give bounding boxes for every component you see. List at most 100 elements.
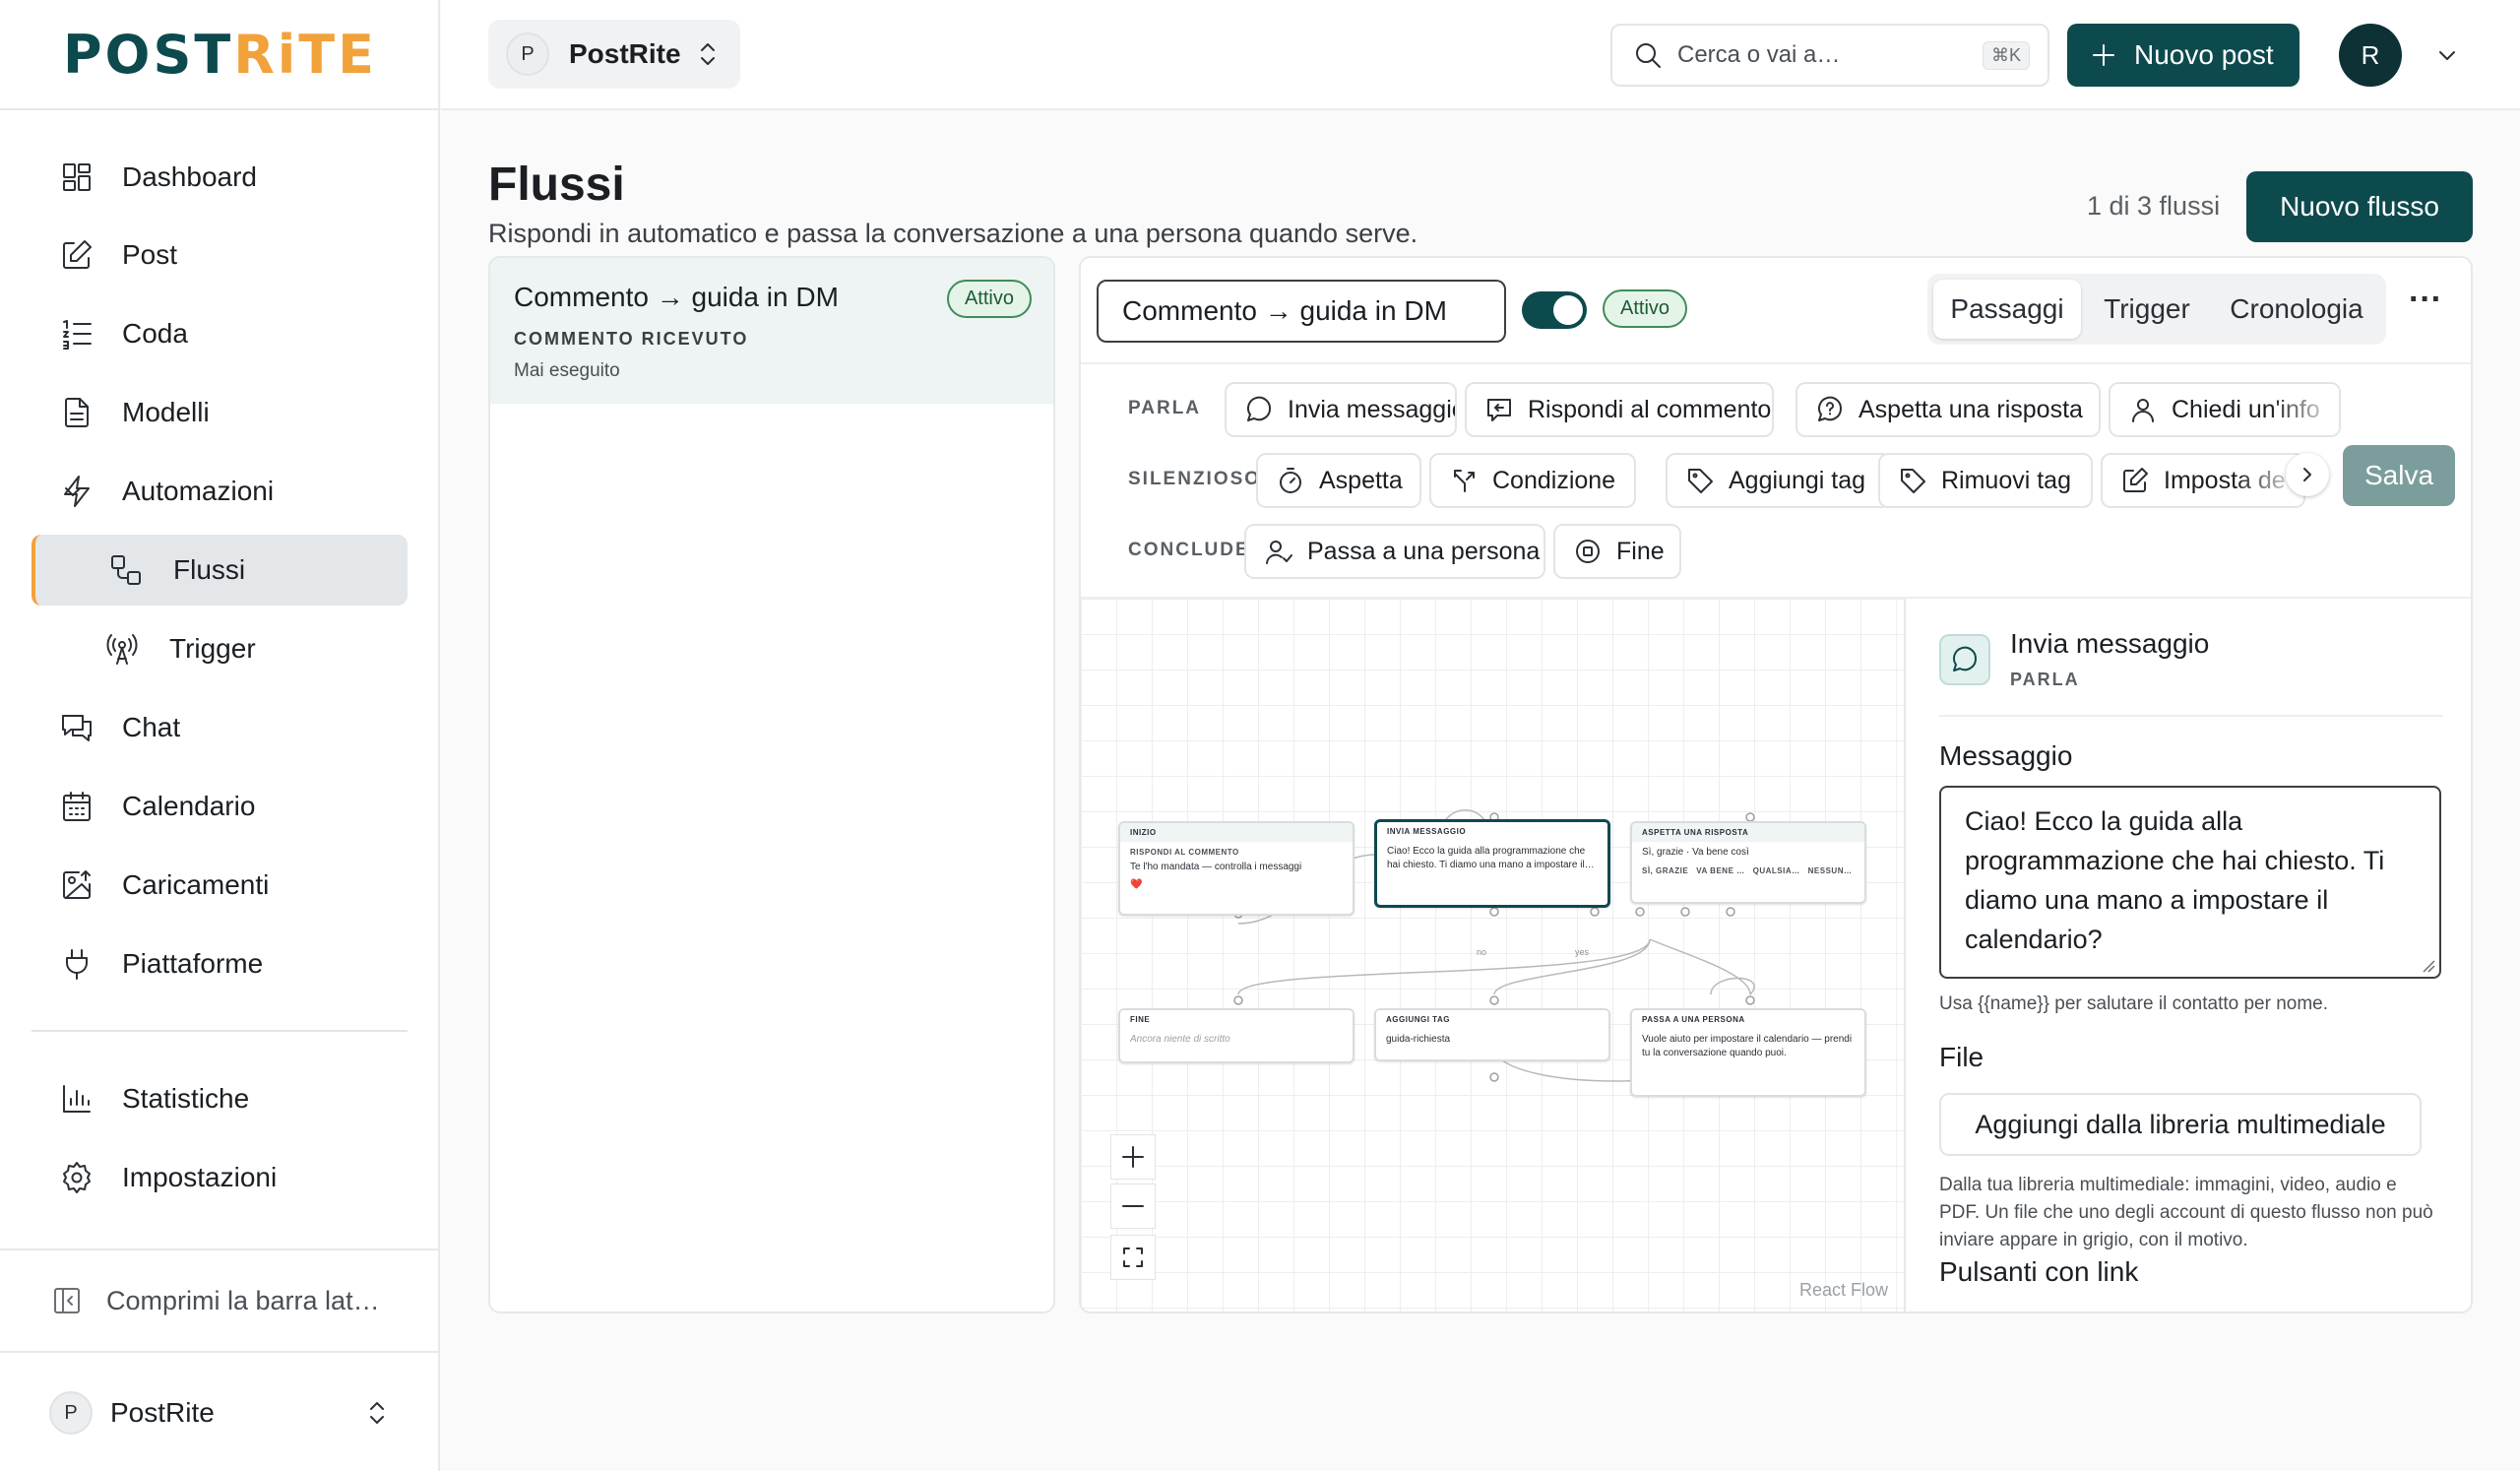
collapse-sidebar-button[interactable]: Comprimi la barra lat…	[0, 1248, 440, 1353]
nav-automazioni[interactable]: Automazioni	[32, 456, 408, 527]
nav-statistiche[interactable]: Statistiche	[32, 1063, 408, 1134]
file-text-icon	[65, 398, 89, 427]
workspace-name: PostRite	[110, 1397, 215, 1428]
chevron-down-icon[interactable]	[2433, 41, 2461, 69]
nav-coda-label: Coda	[122, 318, 188, 349]
palette-scroll-right[interactable]	[2286, 453, 2329, 496]
nav-dashboard[interactable]: Dashboard	[32, 142, 408, 213]
nav-impostazioni-label: Impostazioni	[122, 1162, 278, 1192]
nav-piattaforme-label: Piattaforme	[122, 948, 264, 979]
flow-edges	[1233, 809, 1755, 1082]
image-upload-icon	[63, 870, 91, 899]
edit-icon	[63, 240, 92, 269]
step-fine[interactable]: Fine	[1553, 524, 1681, 579]
message-circle-icon	[1953, 646, 1978, 672]
step-aspetta-risposta[interactable]: Aspetta una risposta	[1796, 382, 2101, 437]
react-flow-attribution[interactable]: React Flow	[1799, 1280, 1888, 1301]
collapse-sidebar-label: Comprimi la barra lat…	[106, 1285, 380, 1315]
step-aspetta[interactable]: Aspetta	[1256, 453, 1421, 508]
step-imposta[interactable]: Imposta de	[2101, 453, 2305, 508]
nav-calendario-label: Calendario	[122, 791, 256, 821]
flow-node-inizio[interactable]: INIZIO RISPONDI AL COMMENTO Te l'ho mand…	[1118, 821, 1354, 916]
flow-canvas[interactable]: no yes INIZIO RISPONDI AL COMMENTO Te l'…	[1081, 599, 1906, 1311]
workspace-avatar: P	[49, 1391, 93, 1435]
flow-node-aspetta-risposta[interactable]: ASPETTA UNA RISPOSTA Sì, grazie · Va ben…	[1630, 821, 1866, 904]
nav-flussi-label: Flussi	[173, 554, 246, 585]
flow-node-passa-persona[interactable]: PASSA A UNA PERSONA Vuole aiuto per impo…	[1630, 1008, 1866, 1097]
new-post-button[interactable]: Nuovo post	[2067, 24, 2300, 87]
top-bar: P PostRite Cerca o vai a… ⌘K Nuovo post …	[441, 0, 2520, 110]
plus-icon	[1122, 1146, 1144, 1168]
step-label: Rimuovi tag	[1941, 466, 2071, 494]
search-icon	[1636, 43, 1661, 68]
flow-name-input[interactable]: Commento → guida in DM	[1097, 280, 1506, 343]
step-label: Imposta de	[2164, 466, 2286, 494]
step-label: Fine	[1616, 537, 1665, 565]
new-post-label: Nuovo post	[2134, 39, 2274, 70]
step-label: Invia messaggio	[1288, 395, 1457, 423]
flow-active-toggle[interactable]	[1522, 291, 1587, 329]
search-input[interactable]: Cerca o vai a… ⌘K	[1610, 24, 2049, 87]
zoom-out-button[interactable]	[1110, 1183, 1156, 1229]
flow-node-fine[interactable]: FINE Ancora niente di scritto	[1118, 1008, 1354, 1063]
tab-passaggi[interactable]: Passaggi	[1933, 280, 2081, 339]
resize-grip-icon[interactable]	[2422, 959, 2435, 973]
fit-view-button[interactable]	[1110, 1235, 1156, 1280]
step-rimuovi-tag[interactable]: Rimuovi tag	[1878, 453, 2093, 508]
flow-count: 1 di 3 flussi	[2087, 191, 2221, 221]
flow-list-item[interactable]: Commento → guida in DM Attivo COMMENTO R…	[490, 258, 1053, 404]
more-options-button[interactable]: ···	[2402, 283, 2449, 333]
flow-node-invia-messaggio[interactable]: INVIA MESSAGGIO Ciao! Ecco la guida alla…	[1374, 819, 1610, 908]
message-textarea[interactable]: Ciao! Ecco la guida alla programmazione …	[1939, 786, 2441, 979]
edit-icon	[2123, 468, 2148, 492]
step-passa-persona[interactable]: Passa a una persona	[1244, 524, 1545, 579]
maximize-icon	[1123, 1247, 1143, 1267]
file-hint: Dalla tua libreria multimediale: immagin…	[1939, 1175, 2433, 1250]
new-flow-button[interactable]: Nuovo flusso	[2246, 171, 2473, 242]
node-header: FINE	[1120, 1010, 1353, 1029]
step-rispondi-commento[interactable]: Rispondi al commento	[1465, 382, 1774, 437]
node-header: INVIA MESSAGGIO	[1377, 822, 1607, 841]
brand-logo[interactable]: POSTRiTE	[0, 0, 440, 110]
nav-coda[interactable]: Coda	[32, 298, 408, 369]
nav-caricamenti[interactable]: Caricamenti	[32, 850, 408, 921]
file-label: File	[1939, 1042, 1984, 1072]
message-label: Messaggio	[1939, 740, 2073, 771]
search-placeholder: Cerca o vai a…	[1677, 41, 1841, 68]
nav-trigger[interactable]: Trigger	[32, 613, 408, 684]
step-chiedi-info[interactable]: Chiedi un'info	[2109, 382, 2341, 437]
nav-modelli[interactable]: Modelli	[32, 377, 408, 448]
category-parla: PARLA	[1128, 398, 1202, 418]
workspace-switcher-bottom[interactable]: P PostRite	[0, 1355, 440, 1471]
tag-icon	[1901, 469, 1925, 493]
node-option: VA BENE …	[1696, 866, 1745, 875]
save-button[interactable]: Salva	[2343, 445, 2455, 506]
tab-trigger[interactable]: Trigger	[2085, 280, 2209, 339]
add-from-media-library-button[interactable]: Aggiungi dalla libreria multimediale	[1939, 1093, 2422, 1156]
nav-post[interactable]: Post	[32, 220, 408, 290]
flow-node-aggiungi-tag[interactable]: AGGIUNGI TAG guida-richiesta	[1374, 1008, 1610, 1061]
step-condizione[interactable]: Condizione	[1429, 453, 1636, 508]
panel-left-close-icon	[54, 1288, 80, 1313]
messages-icon	[62, 715, 92, 741]
workflow-icon	[111, 555, 141, 585]
nav-impostazioni[interactable]: Impostazioni	[32, 1142, 408, 1213]
user-avatar[interactable]: R	[2339, 24, 2402, 87]
plug-icon	[66, 949, 88, 980]
node-header: AGGIUNGI TAG	[1376, 1010, 1608, 1029]
nav-piattaforme[interactable]: Piattaforme	[32, 928, 408, 999]
nav-automazioni-label: Automazioni	[122, 476, 275, 506]
zoom-in-button[interactable]	[1110, 1134, 1156, 1180]
step-invia-messaggio[interactable]: Invia messaggio	[1225, 382, 1457, 437]
node-text: Vuole aiuto per impostare il calendario …	[1642, 1034, 1853, 1058]
edge-aspetta-persona	[1649, 938, 1751, 995]
step-aggiungi-tag[interactable]: Aggiungi tag	[1666, 453, 1892, 508]
flow-last-run: Mai eseguito	[514, 360, 620, 381]
tab-cronologia[interactable]: Cronologia	[2213, 280, 2380, 339]
nav-chat[interactable]: Chat	[32, 692, 408, 763]
nav-flussi[interactable]: Flussi	[32, 535, 408, 606]
edge-label-yes: yes	[1575, 947, 1590, 957]
nav-calendario[interactable]: Calendario	[32, 771, 408, 842]
message-reply-icon	[1487, 399, 1511, 421]
workspace-switcher[interactable]: P PostRite	[488, 20, 740, 89]
